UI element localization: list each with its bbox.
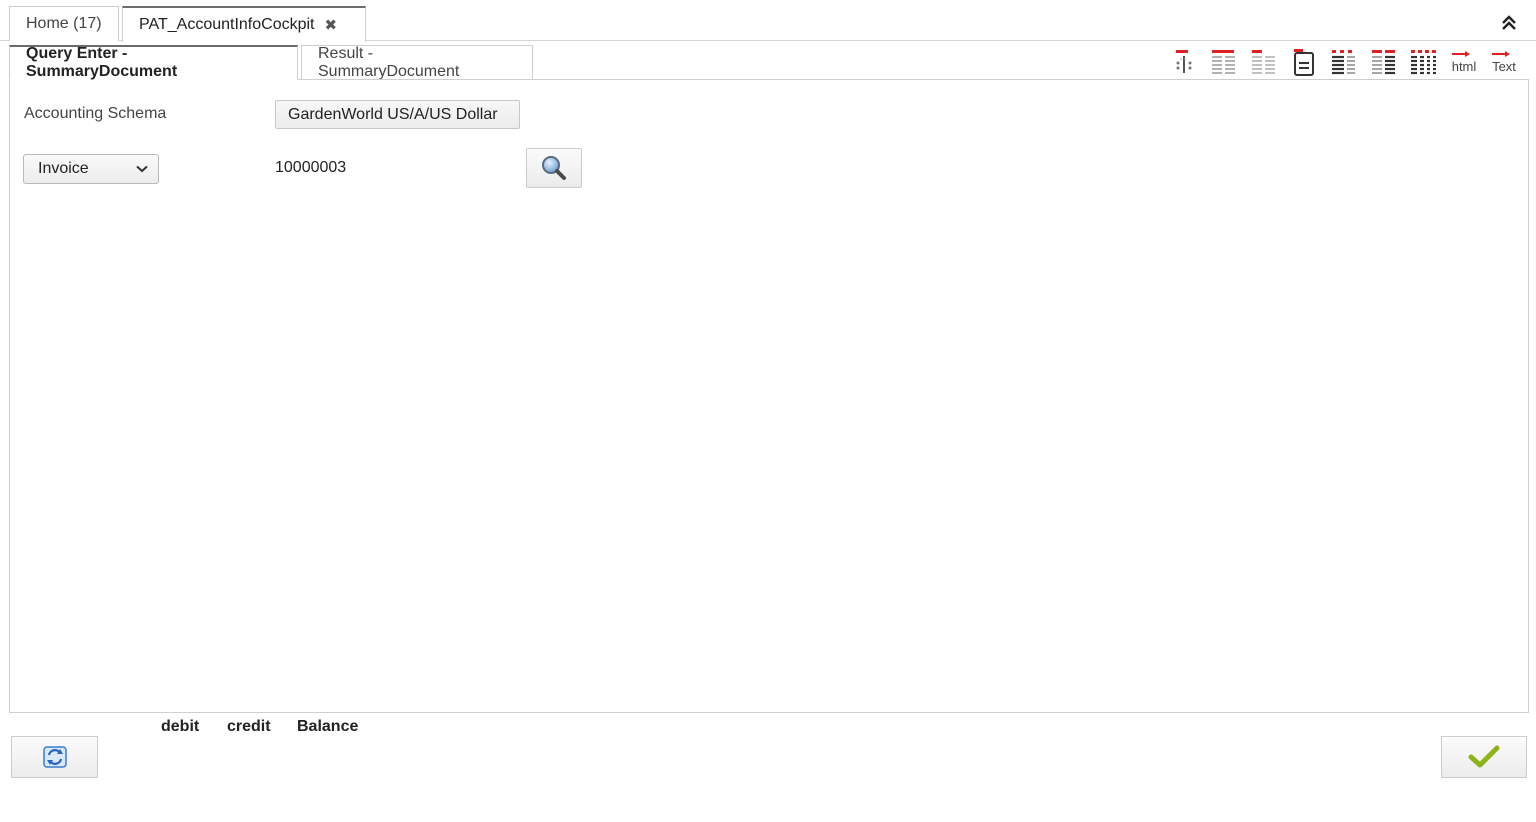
show-hide-column-icon[interactable]: [1166, 45, 1202, 79]
tab-result[interactable]: Result - SummaryDocument: [301, 45, 533, 80]
tab-active-label: PAT_AccountInfoCockpit: [139, 16, 315, 33]
checkmark-icon: [1468, 745, 1500, 768]
debit-label: debit: [161, 718, 200, 735]
insert-column-right-icon[interactable]: [1366, 45, 1402, 79]
tab-home-label: Home (17): [26, 15, 102, 32]
delete-rows-icon[interactable]: [1246, 45, 1282, 79]
export-text-label: Text: [1492, 58, 1516, 74]
collapse-icon[interactable]: [1500, 14, 1518, 32]
document-icon[interactable]: [1286, 45, 1322, 79]
close-icon[interactable]: ✖: [325, 16, 338, 34]
tab-query-label: Query Enter - SummaryDocument: [26, 45, 178, 80]
document-number: 10000003: [275, 159, 347, 176]
search-button[interactable]: [526, 148, 582, 188]
refresh-icon: [42, 746, 67, 768]
chevron-down-icon: [136, 165, 148, 173]
document-type-select[interactable]: Invoice: [23, 154, 159, 184]
accounting-schema-label: Accounting Schema: [24, 105, 167, 122]
tab-query-enter[interactable]: Query Enter - SummaryDocument: [9, 45, 298, 80]
query-panel: Accounting Schema GardenWorld US/A/US Do…: [9, 79, 1529, 713]
insert-rows-icon[interactable]: [1206, 45, 1242, 79]
insert-column-left-icon[interactable]: [1326, 45, 1362, 79]
export-html-label: html: [1451, 58, 1477, 74]
columns-icon[interactable]: [1406, 45, 1442, 79]
document-type-value: Invoice: [38, 160, 89, 177]
ok-button[interactable]: [1441, 736, 1527, 778]
accounting-schema-value: GardenWorld US/A/US Dollar: [288, 105, 498, 123]
export-text-icon[interactable]: Text: [1486, 45, 1522, 79]
export-toolbar: html Text: [1166, 44, 1522, 80]
search-icon: [542, 156, 566, 180]
window-tab-bar: Home (17) PAT_AccountInfoCockpit ✖: [0, 0, 1536, 42]
tab-home[interactable]: Home (17): [9, 6, 119, 41]
tab-result-label: Result - SummaryDocument: [318, 45, 460, 80]
balance-label: Balance: [297, 718, 359, 735]
export-html-icon[interactable]: html: [1446, 45, 1482, 79]
credit-label: credit: [227, 718, 271, 735]
refresh-button[interactable]: [11, 736, 98, 778]
tab-account-info-cockpit[interactable]: PAT_AccountInfoCockpit ✖: [122, 6, 366, 42]
accounting-schema-field[interactable]: GardenWorld US/A/US Dollar: [275, 100, 520, 129]
